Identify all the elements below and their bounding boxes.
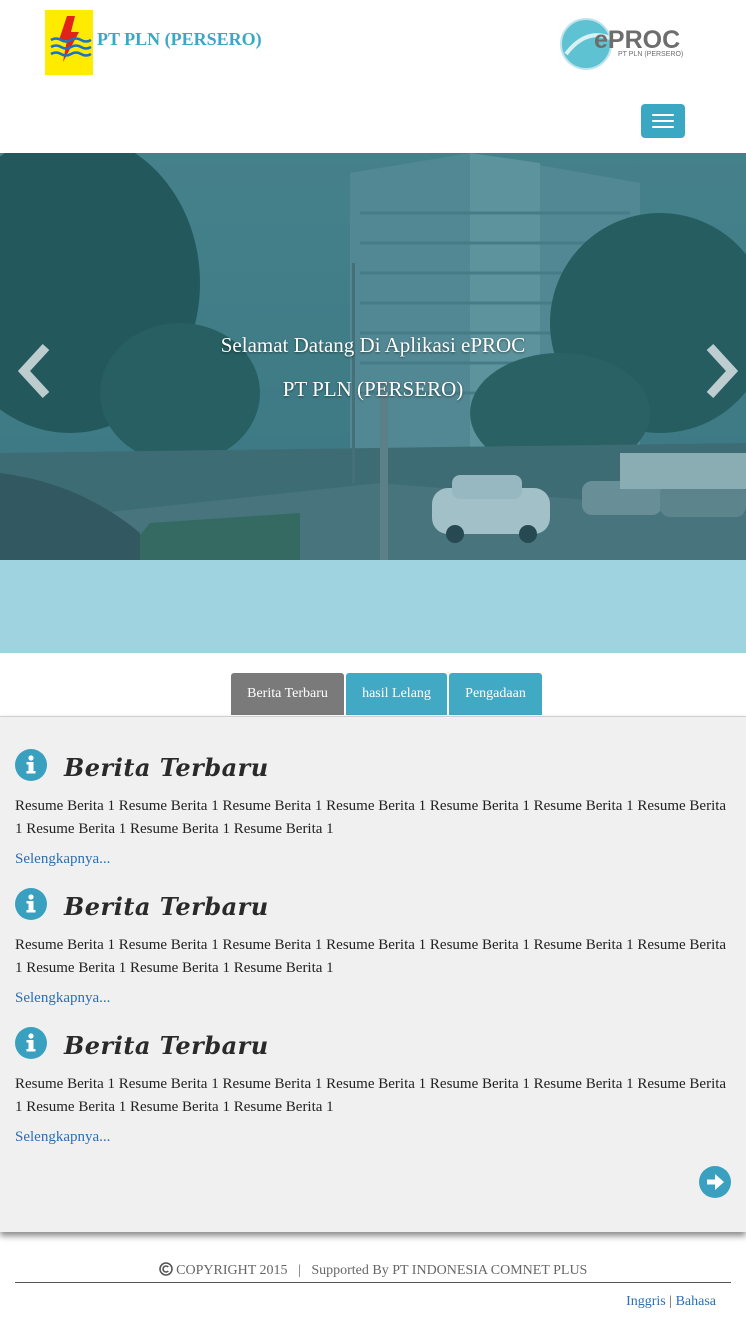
chevron-right-icon <box>706 343 739 399</box>
carousel-next-button[interactable] <box>702 339 742 403</box>
chevron-left-icon <box>17 343 50 399</box>
eproc-logo[interactable]: ePROC PT PLN (PERSERO) <box>560 18 684 70</box>
info-icon <box>15 1027 47 1059</box>
pln-logo[interactable] <box>45 10 93 75</box>
company-name[interactable]: PT PLN (PERSERO) <box>97 29 262 50</box>
lang-separator: | <box>669 1294 673 1309</box>
news-title: Berita Terbaru <box>64 753 269 782</box>
menu-bar-icon <box>652 126 674 128</box>
footer-separator: | <box>298 1263 301 1278</box>
footer-copyright: COPYRIGHT 2015 | Supported By PT INDONES… <box>0 1262 746 1279</box>
tab-pengadaan[interactable]: Pengadaan <box>449 673 542 715</box>
news-item: Berita Terbaru Resume Berita 1 Resume Be… <box>0 888 746 1027</box>
news-summary: Resume Berita 1 Resume Berita 1 Resume B… <box>15 1076 727 1115</box>
language-switcher: Inggris | Bahasa <box>626 1294 716 1310</box>
copyright-text: COPYRIGHT 2015 <box>176 1263 288 1278</box>
footer-divider <box>15 1282 731 1283</box>
eproc-logo-subtext: PT PLN (PERSERO) <box>618 51 683 58</box>
carousel-prev-button[interactable] <box>14 339 54 403</box>
news-item: Berita Terbaru Resume Berita 1 Resume Be… <box>0 1027 746 1166</box>
lang-english-link[interactable]: Inggris <box>626 1294 666 1309</box>
news-summary: Resume Berita 1 Resume Berita 1 Resume B… <box>15 937 727 976</box>
copyright-icon <box>158 1262 173 1276</box>
arrow-right-circle-icon[interactable] <box>699 1166 731 1198</box>
hero-bottom-band <box>0 560 746 653</box>
hero-caption-subtitle: PT PLN (PERSERO) <box>282 377 464 401</box>
hero-caption-title: Selamat Datang Di Aplikasi ePROC <box>220 333 526 357</box>
hero-carousel: Selamat Datang Di Aplikasi ePROC PT PLN … <box>0 153 746 560</box>
menu-bar-icon <box>652 120 674 122</box>
news-panel: Berita Terbaru Resume Berita 1 Resume Be… <box>0 716 746 1232</box>
menu-bar-icon <box>652 114 674 116</box>
supported-by-text: Supported By PT INDONESIA COMNET PLUS <box>311 1263 588 1278</box>
news-title: Berita Terbaru <box>64 892 269 921</box>
news-summary: Resume Berita 1 Resume Berita 1 Resume B… <box>15 798 727 837</box>
tab-berita-terbaru[interactable]: Berita Terbaru <box>231 673 344 715</box>
news-title: Berita Terbaru <box>64 1031 269 1060</box>
read-more-link[interactable]: Selengkapnya... <box>15 851 110 868</box>
tab-hasil-lelang[interactable]: hasil Lelang <box>346 673 447 715</box>
read-more-link[interactable]: Selengkapnya... <box>15 1129 110 1146</box>
lang-bahasa-link[interactable]: Bahasa <box>676 1294 716 1309</box>
site-header: PT PLN (PERSERO) ePROC PT PLN (PERSERO) <box>0 0 746 153</box>
info-icon <box>15 749 47 781</box>
hamburger-menu-button[interactable] <box>641 104 685 138</box>
read-more-link[interactable]: Selengkapnya... <box>15 990 110 1007</box>
eproc-logo-text: ePROC <box>594 26 680 54</box>
news-tabs: Berita Terbaru hasil Lelang Pengadaan <box>0 673 746 715</box>
info-icon <box>15 888 47 920</box>
news-item: Berita Terbaru Resume Berita 1 Resume Be… <box>0 749 746 888</box>
